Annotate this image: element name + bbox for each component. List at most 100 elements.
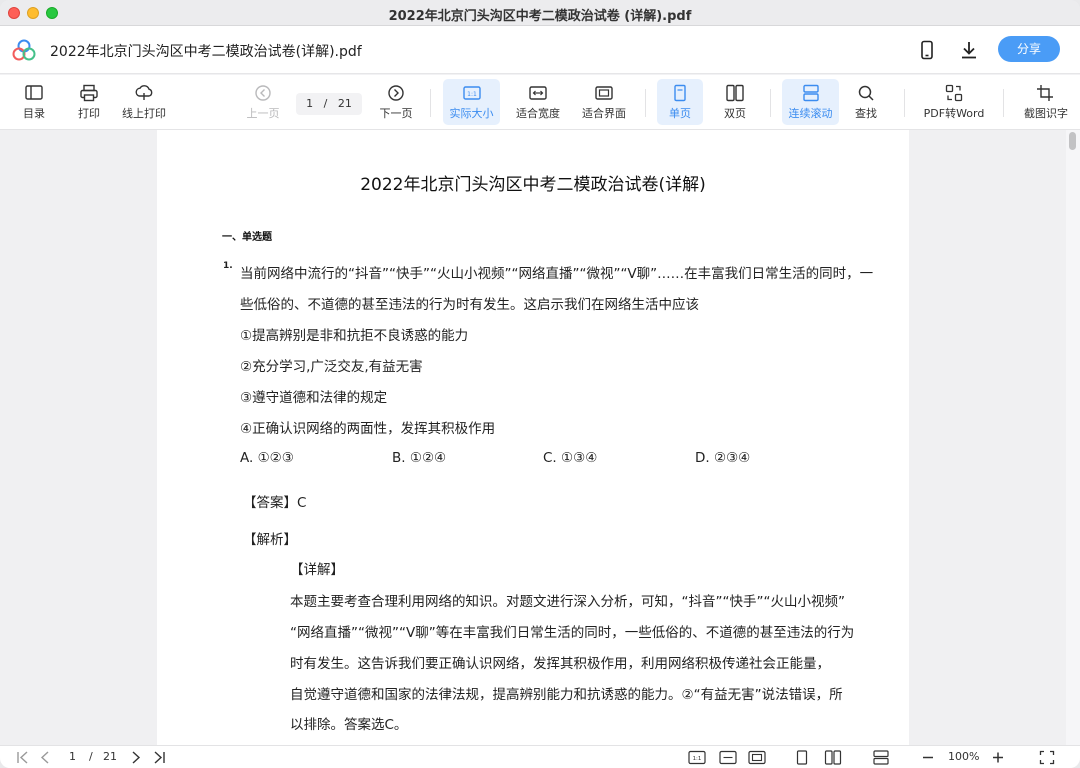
cloud-print-icon [135,85,153,100]
actual-size-label: 实际大小 [449,107,494,120]
printer-icon [80,84,98,102]
option-d: D. ②③④ [695,450,751,466]
single-page-button[interactable]: 单页 [657,79,703,125]
print-label: 打印 [78,107,100,120]
page-separator: / [323,97,328,110]
next-page-label: 下一页 [379,107,413,120]
toolbar: 目录 打印 线上打印 上一页 1 / 21 下一页 1:1 实际大小 适合宽度 … [0,75,1080,130]
search-icon [858,85,874,101]
option-a: A. ①②③ [240,450,294,466]
detail-heading: 【详解】 [290,562,344,578]
question-text-line: 当前网络中流行的“抖音”“快手”“火山小视频”“网络直播”“微视”“V聊”……在… [240,266,874,282]
app-logo-icon [12,39,36,61]
svg-text:1:1: 1:1 [693,756,702,762]
last-page-icon[interactable] [152,750,166,765]
toc-label: 目录 [23,107,45,120]
download-icon[interactable] [958,39,980,61]
status-total-pages: 21 [103,750,117,763]
single-page-icon [674,84,686,102]
zoom-level[interactable]: 100% [948,750,979,763]
window-title: 2022年北京门头沟区中考二模政治试卷 (详解).pdf [388,9,692,24]
explanation-line: 自觉遵守道德和国家的法律法规，提高辨别能力和抗诱惑的能力。②“有益无害”说法错误… [290,687,843,703]
fit-width-icon[interactable] [719,750,737,765]
statement-item: ③遵守道德和法律的规定 [240,390,388,406]
single-page-label: 单页 [669,107,691,120]
next-page-button[interactable]: 下一页 [374,79,418,125]
pdf-to-word-label: PDF转Word [923,107,985,120]
option-b: B. ①②④ [392,450,447,466]
app-header: 2022年北京门头沟区中考二模政治试卷(详解).pdf 分享 [0,26,1080,74]
next-page-icon[interactable] [130,750,142,765]
single-page-icon[interactable] [795,750,809,765]
ocr-screenshot-button[interactable]: 截图识字 [1018,79,1074,125]
prev-page-button[interactable]: 上一页 [242,79,284,125]
find-button[interactable]: 查找 [845,79,887,125]
continuous-scroll-button[interactable]: 连续滚动 [782,79,839,125]
toolbar-divider [645,89,646,117]
answer-line: 【答案】C [243,495,307,511]
scrollbar-thumb[interactable] [1069,132,1076,150]
explanation-line: 时有发生。这告诉我们要正确认识网络，发挥其积极作用，利用网络积极传递社会正能量， [290,656,830,672]
pdf-to-word-button[interactable]: PDF转Word [918,79,990,125]
continuous-scroll-icon[interactable] [872,750,890,765]
prev-page-icon[interactable] [39,750,51,765]
explanation-line: “网络直播”“微视”“V聊”等在丰富我们日常生活的同时，一些低俗的、不道德的甚至… [290,625,855,641]
status-page-separator: / [89,750,93,763]
question-text-line: 些低俗的、不道德的甚至违法的行为时有发生。这启示我们在网络生活中应该 [240,297,699,313]
fit-page-icon[interactable] [748,750,766,765]
double-page-icon[interactable] [824,750,842,765]
fullscreen-icon[interactable] [1039,750,1055,765]
document-viewport[interactable]: 2022年北京门头沟区中考二模政治试卷(详解) 一、单选题 1. 当前网络中流行… [0,130,1080,745]
ocr-label: 截图识字 [1024,107,1068,120]
online-print-button[interactable]: 线上打印 [117,79,171,125]
status-current-page[interactable]: 1 [69,750,76,763]
fit-width-label: 适合宽度 [516,107,560,120]
toolbar-divider [430,89,431,117]
actual-size-icon[interactable]: 1:1 [688,750,706,765]
share-button[interactable]: 分享 [998,36,1060,62]
section-heading: 一、单选题 [222,232,272,243]
toc-icon [25,85,43,100]
vertical-scrollbar[interactable] [1066,130,1080,745]
document-title: 2022年北京门头沟区中考二模政治试卷(详解).pdf [50,44,362,60]
fit-width-icon [529,86,547,100]
statement-item: ②充分学习,广泛交友,有益无害 [240,359,423,375]
double-page-icon [726,84,744,102]
toc-button[interactable]: 目录 [12,79,56,125]
crop-icon [1037,85,1053,101]
double-page-label: 双页 [724,107,746,120]
total-pages: 21 [337,97,352,110]
mobile-icon[interactable] [916,39,938,61]
print-button[interactable]: 打印 [67,79,111,125]
chevron-right-circle-icon [388,85,404,101]
statement-item: ①提高辨别是非和抗拒不良诱惑的能力 [240,328,469,344]
continuous-scroll-label: 连续滚动 [788,107,833,120]
zoom-out-icon[interactable] [921,750,935,765]
pdf-page: 2022年北京门头沟区中考二模政治试卷(详解) 一、单选题 1. 当前网络中流行… [157,130,909,745]
zoom-in-icon[interactable] [991,750,1005,765]
actual-size-button[interactable]: 1:1 实际大小 [443,79,500,125]
continuous-scroll-icon [802,84,819,102]
fit-width-button[interactable]: 适合宽度 [509,79,567,125]
fit-page-button[interactable]: 适合界面 [575,79,633,125]
online-print-label: 线上打印 [122,107,166,120]
statement-item: ④正确认识网络的两面性，发挥其积极作用 [240,421,496,437]
page-title: 2022年北京门头沟区中考二模政治试卷(详解) [360,175,706,195]
chevron-left-circle-icon [255,85,271,101]
double-page-button[interactable]: 双页 [712,79,758,125]
title-bar: 2022年北京门头沟区中考二模政治试卷 (详解).pdf [0,0,1080,26]
current-page-input[interactable]: 1 [306,97,313,110]
toolbar-divider [904,89,905,117]
toolbar-divider [770,89,771,117]
explanation-line: 以排除。答案选C。 [290,717,408,733]
pdf-reader-window: 2022年北京门头沟区中考二模政治试卷 (详解).pdf 2022年北京门头沟区… [0,0,1080,768]
actual-size-icon: 1:1 [462,86,481,100]
find-label: 查找 [855,107,877,120]
convert-icon [945,84,963,102]
first-page-icon[interactable] [16,750,30,765]
option-c: C. ①③④ [543,450,598,466]
toolbar-divider [1003,89,1004,117]
fit-page-label: 适合界面 [582,107,626,120]
explanation-line: 本题主要考查合理利用网络的知识。对题文进行深入分析，可知，“抖音”“快手”“火山… [290,594,845,610]
page-number-field[interactable]: 1 / 21 [296,93,362,115]
